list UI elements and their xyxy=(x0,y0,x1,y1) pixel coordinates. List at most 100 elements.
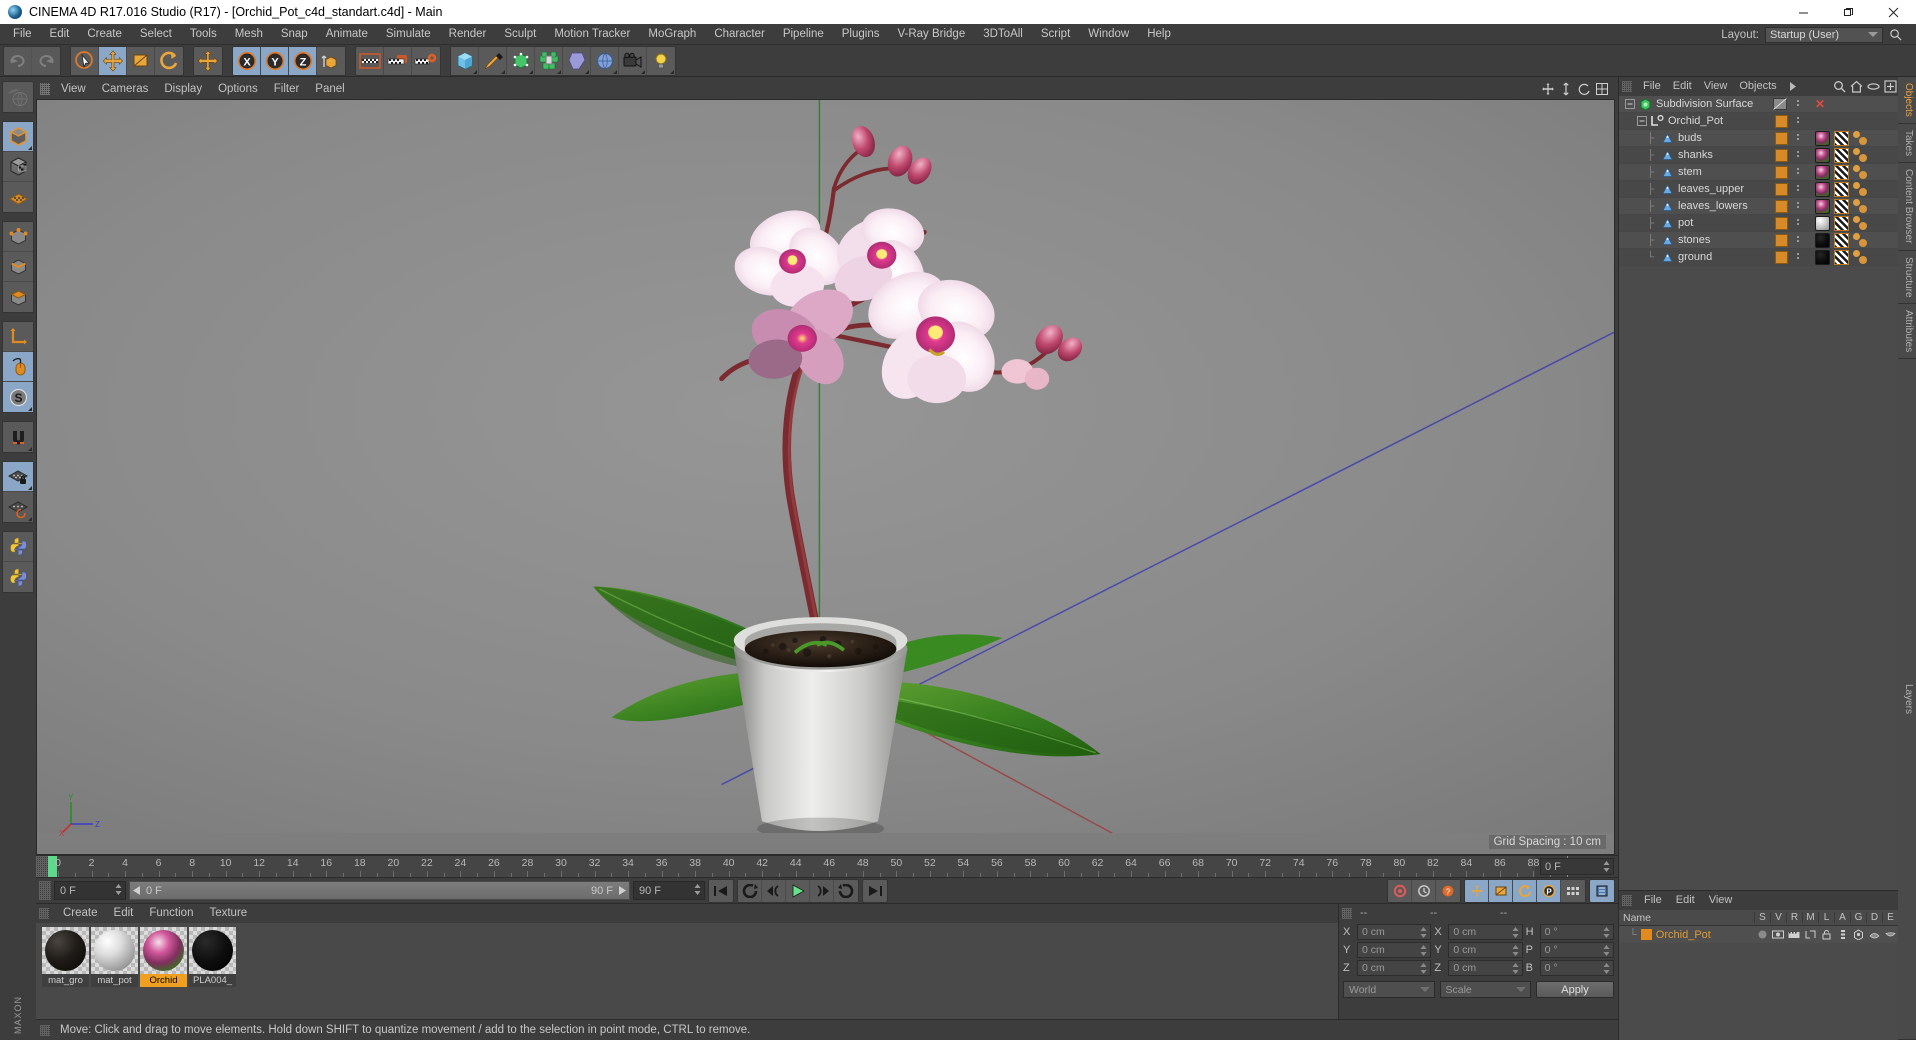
coordinate-input-rotation-b[interactable]: 0 ° xyxy=(1539,960,1614,976)
material-tag-icon[interactable] xyxy=(1815,233,1830,248)
vertical-tab-takes[interactable]: Takes xyxy=(1898,123,1916,164)
axis-y-toggle[interactable]: Y xyxy=(261,46,289,75)
add-environment-button[interactable] xyxy=(591,46,619,75)
polygon-object-icon[interactable] xyxy=(1659,200,1675,213)
material-tag-icon[interactable] xyxy=(1815,216,1830,231)
material-preview[interactable] xyxy=(140,927,187,974)
object-name[interactable]: Orchid_Pot xyxy=(1668,115,1723,127)
object-visibility-dots[interactable] xyxy=(1797,236,1799,242)
menu-item-render[interactable]: Render xyxy=(440,24,496,45)
layer-menu-file[interactable]: File xyxy=(1637,891,1669,910)
selection-tag-icon[interactable] xyxy=(1853,233,1868,248)
menu-item-edit[interactable]: Edit xyxy=(41,24,79,45)
layer-menu-view[interactable]: View xyxy=(1702,891,1740,910)
render-settings-button[interactable] xyxy=(412,46,440,75)
object-name[interactable]: stones xyxy=(1678,234,1710,246)
layer-row[interactable]: └ Orchid_Pot xyxy=(1619,926,1898,943)
tree-toggle[interactable] xyxy=(1635,116,1649,126)
add-light-button[interactable] xyxy=(647,46,675,75)
object-name[interactable]: ground xyxy=(1678,251,1712,263)
scale-tool[interactable] xyxy=(127,46,155,75)
end-frame-field[interactable]: 90 F xyxy=(633,881,705,900)
spinner-icon[interactable] xyxy=(1420,963,1427,974)
current-frame-field[interactable]: 0 F xyxy=(54,881,126,900)
viewport-menu-panel[interactable]: Panel xyxy=(307,79,352,99)
material-tag-icon[interactable] xyxy=(1815,250,1830,265)
object-visibility-dots[interactable] xyxy=(1797,202,1799,208)
object-tree[interactable]: Subdivision Surface ✕ Orchid_Pot ├ buds ├ shan… xyxy=(1619,96,1898,890)
uv-texture-tag-icon[interactable] xyxy=(1834,165,1849,180)
selection-tag-icon[interactable] xyxy=(1853,182,1868,197)
selection-tag-icon[interactable] xyxy=(1853,165,1868,180)
viewport-menu-options[interactable]: Options xyxy=(210,79,266,99)
scale-key-button[interactable] xyxy=(1513,879,1537,902)
position-key-button[interactable] xyxy=(1465,879,1489,902)
workplane-button[interactable]: S xyxy=(3,382,33,412)
object-visibility-tag[interactable] xyxy=(1775,183,1788,196)
panel-grip-icon[interactable] xyxy=(36,856,48,877)
spinner-icon[interactable] xyxy=(694,884,701,895)
layer-deformer-cell[interactable] xyxy=(1866,929,1882,940)
render-to-picture-viewer-button[interactable] xyxy=(384,46,412,75)
timeline-frame-field[interactable]: 0 F xyxy=(1540,858,1614,875)
object-visibility-dots[interactable] xyxy=(1797,117,1799,123)
object-visibility-tag[interactable] xyxy=(1775,166,1788,179)
layer-col-d[interactable]: D xyxy=(1866,912,1882,923)
menu-item-tools[interactable]: Tools xyxy=(181,24,226,45)
uv-texture-tag-icon[interactable] xyxy=(1834,216,1849,231)
layer-col-v[interactable]: V xyxy=(1770,912,1786,923)
panel-grip-icon[interactable] xyxy=(39,908,49,919)
move-tool[interactable] xyxy=(99,46,127,75)
minimize-button[interactable] xyxy=(1781,0,1826,24)
coordinate-input-position-z[interactable]: 0 cm xyxy=(1357,960,1432,976)
material-tag-icon[interactable] xyxy=(1815,182,1830,197)
object-row[interactable]: ├ pot xyxy=(1619,215,1898,232)
selection-tag-icon[interactable] xyxy=(1853,131,1868,146)
spinner-icon[interactable] xyxy=(1603,861,1610,872)
object-visibility-tag[interactable] xyxy=(1775,251,1788,264)
object-menu-edit[interactable]: Edit xyxy=(1667,77,1698,96)
coordinate-input-position-x[interactable]: 0 cm xyxy=(1357,924,1432,940)
layer-col-a[interactable]: A xyxy=(1834,912,1850,923)
material-tag-icon[interactable] xyxy=(1815,131,1830,146)
undo-button[interactable] xyxy=(4,46,32,75)
perspective-viewport[interactable]: Perspective xyxy=(36,99,1615,855)
object-visibility-dots[interactable] xyxy=(1797,253,1799,259)
coordinate-input-position-y[interactable]: 0 cm xyxy=(1357,942,1432,958)
object-row[interactable]: ├ leaves_lowers xyxy=(1619,198,1898,215)
rotate-view-icon[interactable] xyxy=(1577,82,1591,96)
undo-view-button[interactable] xyxy=(3,82,33,112)
live-selection-tool[interactable] xyxy=(71,46,99,75)
layer-animation-cell[interactable] xyxy=(1834,929,1850,940)
menu-item-snap[interactable]: Snap xyxy=(272,24,317,45)
uv-texture-tag-icon[interactable] xyxy=(1834,233,1849,248)
menu-item-plugins[interactable]: Plugins xyxy=(833,24,889,45)
play-backwards-button[interactable] xyxy=(738,879,762,902)
material-name[interactable]: Orchid xyxy=(140,974,187,987)
menu-item-help[interactable]: Help xyxy=(1138,24,1180,45)
object-visibility-dots[interactable] xyxy=(1797,219,1799,225)
timeline-mode-button[interactable] xyxy=(1590,879,1614,902)
coordinate-input-size-z[interactable]: 0 cm xyxy=(1448,960,1523,976)
more-arrow-icon[interactable] xyxy=(1785,79,1800,94)
layer-L0-icon[interactable] xyxy=(1649,114,1665,128)
menu-item-animate[interactable]: Animate xyxy=(317,24,377,45)
edge-mode-button[interactable] xyxy=(3,252,33,282)
object-name[interactable]: buds xyxy=(1678,132,1702,144)
record-active-objects-button[interactable] xyxy=(1388,879,1412,902)
close-button[interactable] xyxy=(1871,0,1916,24)
spinner-icon[interactable] xyxy=(115,884,122,895)
layer-col-e[interactable]: E xyxy=(1882,912,1898,923)
material-item[interactable]: mat_pot xyxy=(91,927,138,987)
panel-grip-icon[interactable] xyxy=(1342,907,1352,919)
material-list[interactable]: mat_gro mat_pot Orchid PLA004_ xyxy=(36,923,1338,1019)
world-object-axis-toggle[interactable] xyxy=(317,46,345,75)
range-end-arrow-icon[interactable] xyxy=(617,886,626,895)
uv-texture-tag-icon[interactable] xyxy=(1834,250,1849,265)
object-visibility-tag[interactable] xyxy=(1775,132,1788,145)
range-start-arrow-icon[interactable] xyxy=(133,886,142,895)
object-row[interactable]: Subdivision Surface ✕ xyxy=(1619,96,1898,113)
layer-solo-cell[interactable] xyxy=(1754,929,1770,940)
maximize-button[interactable] xyxy=(1826,0,1871,24)
menu-item-file[interactable]: File xyxy=(4,24,41,45)
